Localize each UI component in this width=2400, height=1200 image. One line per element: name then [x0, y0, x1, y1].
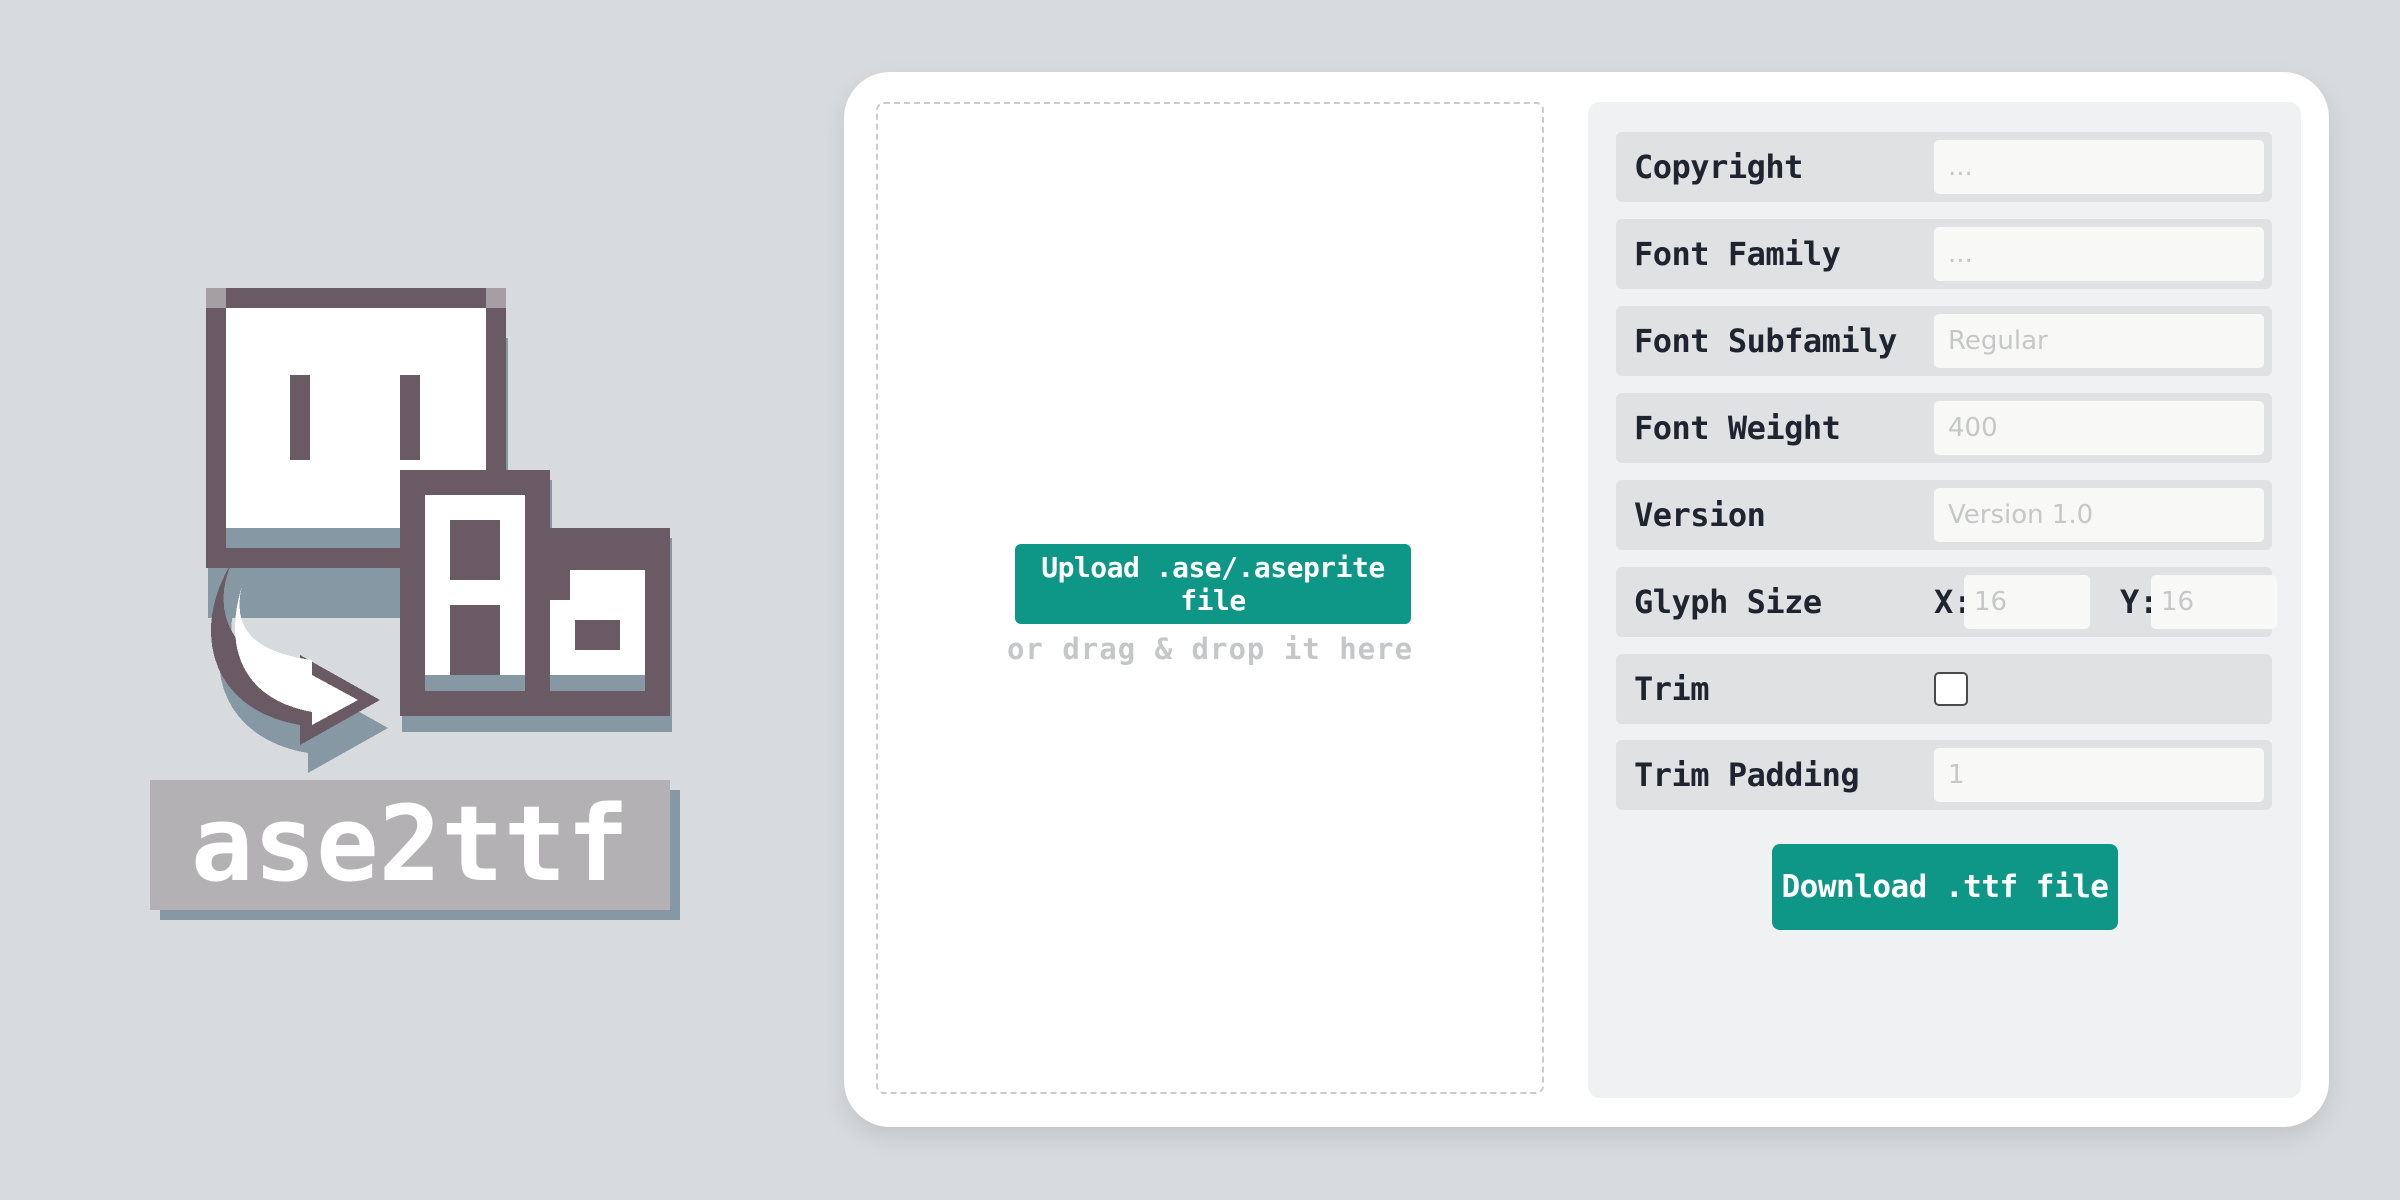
- download-ttf-button[interactable]: Download .ttf file: [1772, 844, 2118, 930]
- main-card: Upload .ase/.aseprite file or drag & dro…: [844, 72, 2329, 1127]
- font-family-input[interactable]: [1934, 227, 2264, 281]
- copyright-input[interactable]: [1934, 140, 2264, 194]
- font-subfamily-row: Font Subfamily: [1616, 306, 2272, 376]
- trim-padding-input[interactable]: [1934, 748, 2264, 802]
- font-subfamily-label: Font Subfamily: [1634, 322, 1897, 360]
- font-weight-label: Font Weight: [1634, 409, 1841, 447]
- glyph-size-label: Glyph Size: [1634, 583, 1822, 621]
- version-input[interactable]: [1934, 488, 2264, 542]
- font-subfamily-input[interactable]: [1934, 314, 2264, 368]
- upload-file-button[interactable]: Upload .ase/.aseprite file: [1015, 544, 1411, 624]
- glyph-size-y-input[interactable]: [2151, 575, 2277, 629]
- app-logo: ase2ttf: [150, 280, 710, 940]
- glyph-size-x-input[interactable]: [1964, 575, 2090, 629]
- glyph-size-row: Glyph Size X: Y:: [1616, 567, 2277, 637]
- settings-panel: Copyright Font Family Font Subfamily Fon…: [1588, 102, 2301, 1098]
- logo-wordmark: ase2ttf: [191, 783, 629, 905]
- font-family-label: Font Family: [1634, 235, 1841, 273]
- version-row: Version: [1616, 480, 2272, 550]
- trim-checkbox[interactable]: [1934, 672, 1968, 706]
- copyright-label: Copyright: [1634, 148, 1803, 186]
- trim-row: Trim: [1616, 654, 2272, 724]
- copyright-row: Copyright: [1616, 132, 2272, 202]
- trim-padding-row: Trim Padding: [1616, 740, 2272, 810]
- file-dropzone[interactable]: Upload .ase/.aseprite file or drag & dro…: [876, 102, 1544, 1094]
- version-label: Version: [1634, 496, 1766, 534]
- font-weight-row: Font Weight: [1616, 393, 2272, 463]
- trim-label: Trim: [1634, 670, 1710, 708]
- font-weight-input[interactable]: [1934, 401, 2264, 455]
- trim-padding-label: Trim Padding: [1634, 756, 1860, 794]
- drag-drop-hint: or drag & drop it here: [1006, 632, 1414, 666]
- font-family-row: Font Family: [1616, 219, 2272, 289]
